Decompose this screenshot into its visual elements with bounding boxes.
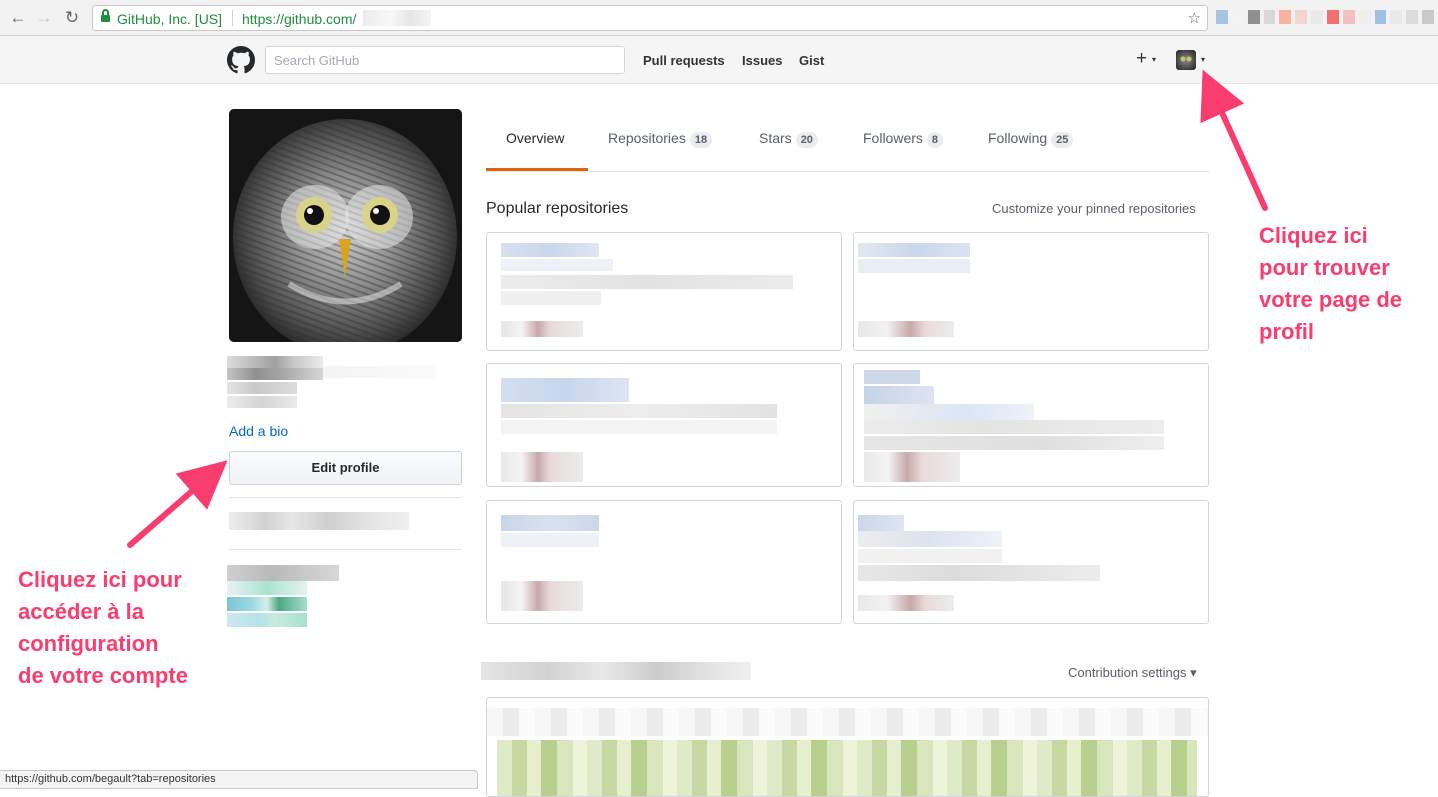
nav-gist[interactable]: Gist: [799, 53, 824, 68]
tab-overview[interactable]: Overview: [506, 130, 564, 146]
back-icon[interactable]: ←: [8, 8, 28, 28]
pinned-repo-card[interactable]: [486, 363, 842, 487]
pinned-repo-card[interactable]: [853, 500, 1209, 624]
tab-label: Followers: [863, 130, 923, 146]
profile-tabs: Overview Repositories 18 Stars 20 Follower…: [486, 109, 1209, 172]
reload-icon[interactable]: ↻: [62, 8, 82, 28]
tab-label: Following: [988, 130, 1048, 146]
tab-counter: 25: [1051, 132, 1074, 148]
profile-avatar[interactable]: [229, 109, 462, 342]
sidebar-divider: [229, 549, 462, 550]
github-header: Pull requests Issues Gist + ▾ ▾: [0, 36, 1438, 84]
star-icon[interactable]: ☆: [1188, 9, 1201, 27]
search-input[interactable]: [265, 46, 625, 74]
browser-toolbar: ← → ↻ GitHub, Inc. [US] https://github.c…: [0, 0, 1438, 36]
sidebar-divider: [229, 497, 462, 498]
redacted-username: [323, 366, 435, 378]
address-separator: [232, 10, 233, 26]
pinned-repo-card[interactable]: [853, 363, 1209, 487]
tab-label: Overview: [506, 130, 565, 146]
tab-label: Stars: [759, 130, 792, 146]
redacted-username: [363, 10, 431, 26]
contribution-graph: [486, 697, 1209, 797]
extension-icons[interactable]: [1216, 10, 1435, 24]
tab-counter: 20: [795, 132, 818, 148]
forward-icon[interactable]: →: [34, 8, 54, 28]
pinned-repo-card[interactable]: [853, 232, 1209, 351]
plus-icon[interactable]: +: [1136, 48, 1147, 70]
github-mark-icon[interactable]: [227, 46, 255, 74]
tab-counter: 18: [689, 132, 713, 148]
link-status-bubble: https://github.com/begault?tab=repositor…: [0, 770, 478, 789]
address-url[interactable]: https://github.com/: [242, 11, 356, 27]
redacted-organizations: [227, 565, 339, 627]
tab-label: Repositories: [608, 130, 686, 146]
redacted-name: [227, 356, 323, 408]
popular-repositories-heading: Popular repositories: [486, 200, 629, 217]
tab-counter: 8: [926, 132, 944, 148]
chevron-down-icon[interactable]: ▾: [1201, 55, 1205, 64]
tab-stars[interactable]: Stars 20: [759, 130, 818, 148]
add-bio-link[interactable]: Add a bio: [229, 423, 288, 439]
selected-tab-indicator: [486, 168, 588, 171]
site-identity[interactable]: GitHub, Inc. [US]: [117, 11, 222, 27]
annotation-find-profile: Cliquez ici pour trouver votre page de p…: [1259, 223, 1403, 344]
annotation-account-settings: Cliquez ici pour accéder à la configurat…: [18, 567, 188, 688]
tab-repositories[interactable]: Repositories 18: [608, 130, 713, 148]
redacted-contributions-heading: [481, 662, 751, 680]
redacted-details: [229, 512, 409, 530]
avatar[interactable]: [1176, 50, 1196, 70]
pinned-repo-card[interactable]: [486, 500, 842, 624]
nav-issues[interactable]: Issues: [742, 53, 782, 68]
nav-pull-requests[interactable]: Pull requests: [643, 53, 725, 68]
arrow-to-avatar: [1200, 69, 1268, 211]
customize-pinned-link[interactable]: Customize your pinned repositories: [992, 201, 1196, 216]
chevron-down-icon[interactable]: ▾: [1152, 55, 1156, 64]
address-bar[interactable]: GitHub, Inc. [US] https://github.com/ ☆: [92, 5, 1208, 31]
pinned-repo-card[interactable]: [486, 232, 842, 351]
owl-photo: [229, 109, 462, 342]
contribution-settings-dropdown[interactable]: Contribution settings ▾: [1068, 665, 1197, 681]
tab-following[interactable]: Following 25: [988, 130, 1074, 148]
edit-profile-button[interactable]: Edit profile: [229, 451, 462, 485]
arrow-to-edit-profile: [127, 460, 228, 548]
tab-followers[interactable]: Followers 8: [863, 130, 944, 148]
lock-icon: [101, 9, 110, 23]
